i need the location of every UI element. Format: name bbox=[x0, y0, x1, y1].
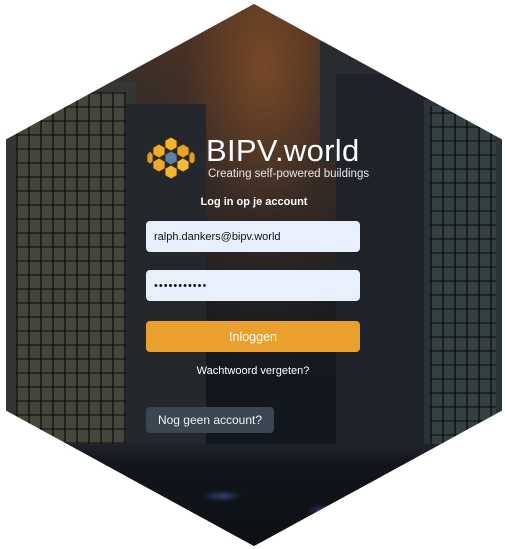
password-field[interactable] bbox=[146, 270, 360, 301]
honeycomb-logo-icon bbox=[146, 136, 196, 180]
brand-name-rest: .world bbox=[275, 133, 360, 168]
brand-name-bold: BIPV bbox=[206, 133, 275, 168]
register-button[interactable]: Nog geen account? bbox=[146, 407, 274, 433]
login-title: Log in op je account bbox=[200, 196, 308, 208]
brand-tagline: Creating self-powered buildings bbox=[208, 168, 370, 180]
email-field[interactable] bbox=[146, 221, 360, 252]
login-button[interactable]: Inloggen bbox=[146, 321, 360, 352]
forgot-password-link[interactable]: Wachtwoord vergeten? bbox=[146, 365, 360, 377]
brand-name: BIPV.world bbox=[206, 134, 360, 168]
